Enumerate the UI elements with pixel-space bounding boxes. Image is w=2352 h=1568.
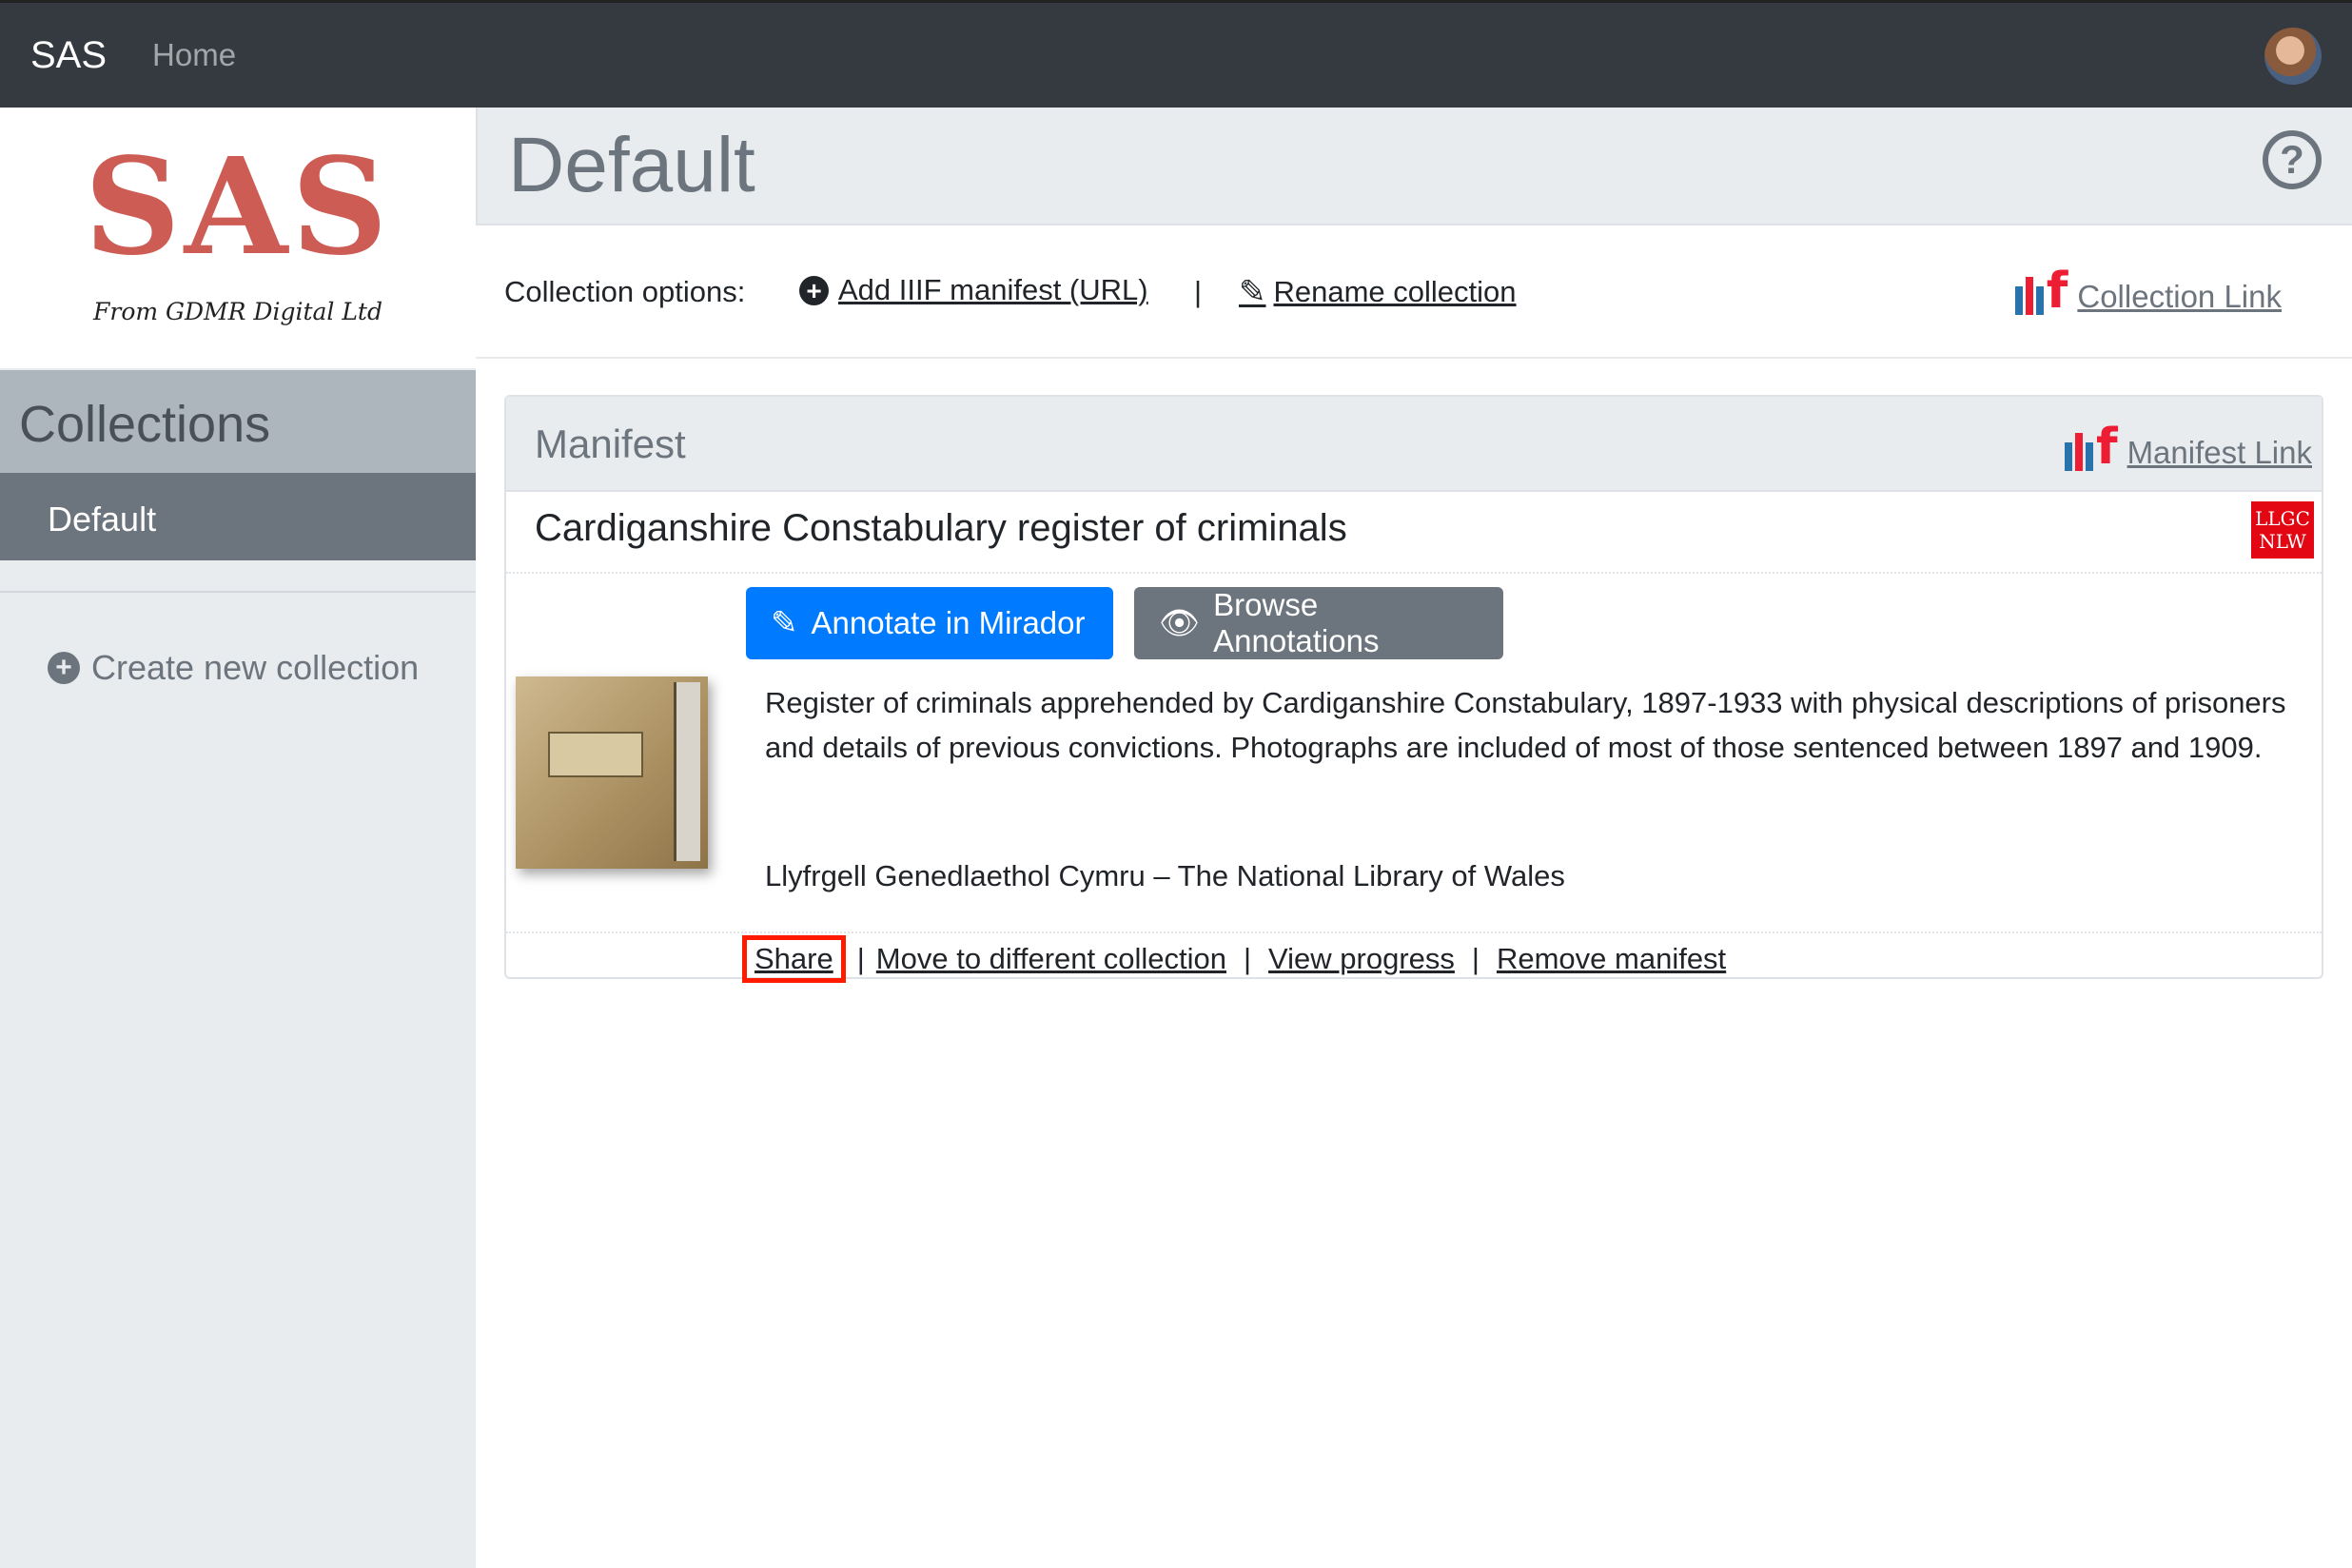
page-title: Default xyxy=(508,122,755,208)
action-separator: | xyxy=(1471,942,1480,975)
collection-link-wrap: f Collection Link xyxy=(2014,266,2282,316)
plus-circle-icon: + xyxy=(799,275,829,305)
nlw-logo: LLGC NLW xyxy=(2251,501,2314,559)
view-progress-link[interactable]: View progress xyxy=(1268,942,1455,976)
annotate-in-mirador-button[interactable]: ✎ Annotate in Mirador xyxy=(746,587,1113,659)
move-collection-link[interactable]: Move to different collection xyxy=(876,942,1226,976)
collection-link[interactable]: Collection Link xyxy=(2077,279,2282,315)
action-separator: | xyxy=(1243,942,1252,975)
collections-heading: Collections xyxy=(0,370,476,473)
question-circle-icon[interactable]: ? xyxy=(2263,130,2322,189)
manifest-link-wrap: f Manifest Link xyxy=(2064,422,2312,472)
manifest-link[interactable]: Manifest Link xyxy=(2127,435,2312,471)
logo-subtitle: From GDMR Digital Ltd xyxy=(93,298,382,325)
share-highlight-box: Share xyxy=(742,935,846,983)
iiif-logo-icon: f xyxy=(2064,422,2118,472)
main-content: Default ? Collection options: + Add IIIF… xyxy=(476,108,2352,1568)
collection-options-bar: Collection options: + Add IIIF manifest … xyxy=(476,225,2352,359)
title-bar: Default ? xyxy=(476,108,2352,225)
options-label: Collection options: xyxy=(504,275,746,308)
iiif-logo-icon: f xyxy=(2014,266,2068,316)
manifest-holder: Llyfrgell Genedlaethol Cymru – The Natio… xyxy=(765,859,1565,892)
eye-icon: 👁 xyxy=(1159,605,1201,641)
top-navbar: SAS Home xyxy=(0,0,2352,108)
add-manifest-link[interactable]: + Add IIIF manifest (URL) xyxy=(799,273,1148,307)
sidebar-divider xyxy=(0,591,476,593)
pencil-icon: ✎ xyxy=(1239,274,1266,310)
sidebar: SAS From GDMR Digital Ltd Collections De… xyxy=(0,108,476,1568)
rename-collection-label: Rename collection xyxy=(1273,275,1517,308)
browse-button-label: Browse Annotations xyxy=(1213,587,1380,658)
plus-circle-icon: + xyxy=(48,652,80,684)
nav-home-link[interactable]: Home xyxy=(152,37,236,73)
rename-collection-link[interactable]: ✎ Rename collection xyxy=(1239,273,1517,311)
annotate-button-label: Annotate in Mirador xyxy=(811,605,1086,640)
action-separator: | xyxy=(856,942,865,975)
navbar-brand[interactable]: SAS xyxy=(30,34,107,77)
manifest-actions: Share | Move to different collection | V… xyxy=(742,935,1726,983)
options-separator: | xyxy=(1194,275,1203,308)
user-avatar[interactable] xyxy=(2264,28,2322,85)
remove-manifest-link[interactable]: Remove manifest xyxy=(1497,942,1726,976)
card-footer-divider xyxy=(506,931,2322,933)
share-link[interactable]: Share xyxy=(755,942,833,975)
create-collection-link[interactable]: + Create new collection xyxy=(48,648,419,688)
manifest-thumbnail[interactable] xyxy=(516,676,708,869)
thumbnail-spine xyxy=(674,682,700,861)
manifest-card: Manifest f Manifest Link Cardiganshire C… xyxy=(504,395,2323,983)
thumbnail-label xyxy=(548,732,643,777)
manifest-title-row: Cardiganshire Constabulary register of c… xyxy=(506,492,2322,574)
sidebar-item-default[interactable]: Default xyxy=(0,473,476,560)
sas-logo[interactable]: SAS From GDMR Digital Ltd xyxy=(0,108,476,368)
browse-annotations-button[interactable]: 👁 Browse Annotations xyxy=(1134,587,1503,659)
manifest-title: Cardiganshire Constabulary register of c… xyxy=(535,507,1347,549)
manifest-card-header: Manifest f Manifest Link xyxy=(506,397,2322,492)
create-collection-label: Create new collection xyxy=(91,648,420,687)
add-manifest-label: Add IIIF manifest (URL) xyxy=(838,273,1148,306)
edit-icon: ✎ xyxy=(771,605,798,641)
manifest-description: Register of criminals apprehended by Car… xyxy=(765,686,2286,764)
logo-text: SAS xyxy=(84,129,392,285)
manifest-header-title: Manifest xyxy=(535,421,686,466)
